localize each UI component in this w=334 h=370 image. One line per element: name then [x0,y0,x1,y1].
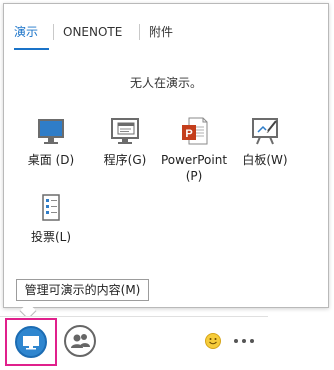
present-monitor-icon [15,326,47,358]
whiteboard-label: 白板(W) [242,153,288,167]
program-label: 程序(G) [103,153,147,167]
tab-divider [53,24,54,40]
program-icon [111,118,139,144]
powerpoint-label: PowerPoint (P) [160,153,228,183]
people-icon [71,334,90,348]
desktop-icon [38,119,64,144]
people-button[interactable] [64,325,96,357]
share-desktop-button[interactable]: 桌面 (D) [14,116,88,168]
poll-icon [42,194,60,221]
poll-label: 投票(L) [30,230,72,244]
present-button[interactable] [5,318,57,366]
whiteboard-icon [252,118,278,145]
share-powerpoint-button[interactable]: P PowerPoint (P) [154,116,234,184]
conversation-toolbar [0,316,268,370]
powerpoint-icon: P [182,117,208,145]
presentation-status: 无人在演示。 [129,76,202,90]
manage-presentable-content-button[interactable]: 管理可演示的内容(M) [16,279,149,301]
tab-bar: 演示 ONENOTE 附件 [4,4,328,60]
more-options-button[interactable] [233,331,255,351]
present-popup: 演示 ONENOTE 附件 无人在演示。 桌面 (D) 程序(G) P Powe… [3,3,329,308]
share-program-button[interactable]: 程序(G) [88,116,162,168]
emoticon-button[interactable] [205,333,221,349]
tab-attachments[interactable]: 附件 [149,24,173,40]
share-whiteboard-button[interactable]: 白板(W) [228,116,302,168]
tab-divider [139,24,140,40]
desktop-label: 桌面 (D) [27,153,75,167]
smiley-icon [209,338,217,345]
svg-text:P: P [185,128,192,140]
share-poll-button[interactable]: 投票(L) [14,193,88,245]
tab-present[interactable]: 演示 [14,24,38,40]
active-tab-indicator [14,48,49,50]
tab-onenote[interactable]: ONENOTE [63,24,122,40]
